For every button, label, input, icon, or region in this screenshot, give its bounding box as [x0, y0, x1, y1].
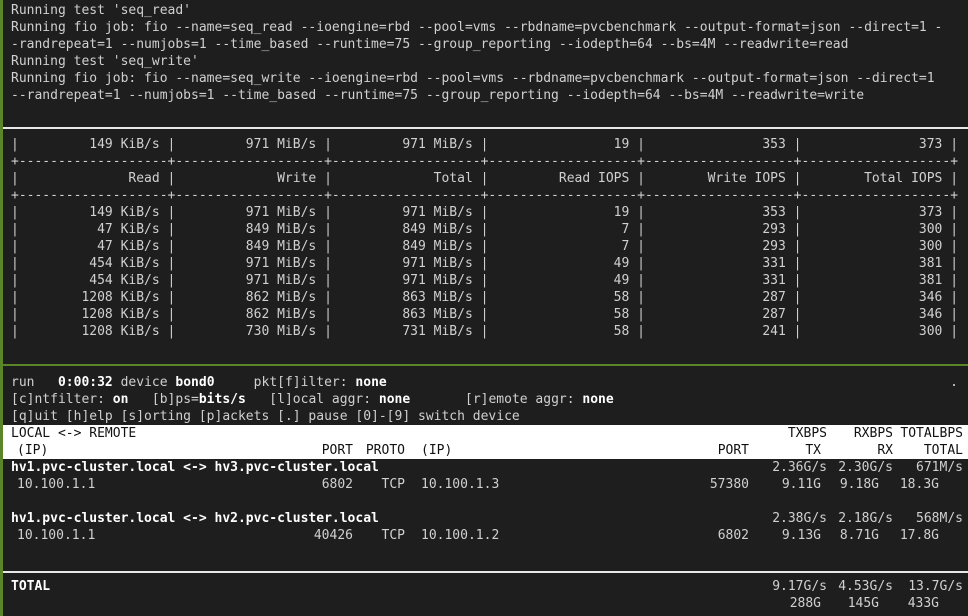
header-row-2: (IP) PORT PROTO (IP) PORT TX RX TOTAL [3, 442, 968, 459]
log-line: --randrepeat=1 --numjobs=1 --time_based … [11, 87, 968, 104]
connection-hosts: hv1.pvc-cluster.local <-> hv3.pvc-cluste… [11, 459, 379, 476]
connection-entry: hv1.pvc-cluster.local <-> hv3.pvc-cluste… [3, 459, 968, 493]
header-remote-port: PORT [603, 442, 749, 459]
header-local-remote: LOCAL <-> REMOTE [11, 425, 136, 442]
local-port: 40426 [203, 527, 353, 544]
device-label: device [113, 375, 176, 390]
heartbeat-indicator: . [950, 374, 958, 391]
connection-txbps: 2.36G/s [741, 459, 827, 476]
run-label: run [11, 375, 58, 390]
tx-total: 9.11G [747, 476, 821, 493]
connection-hosts-row: hv1.pvc-cluster.local <-> hv2.pvc-cluste… [3, 510, 968, 527]
header-txbps: TXBPS [741, 425, 827, 442]
tx-total: 9.13G [747, 527, 821, 544]
remote-ip: 10.100.1.2 [421, 527, 499, 544]
header-local-ip: (IP) [17, 442, 48, 459]
jnettop-pane: run 0:00:32 device bond0 pkt[f]ilter: no… [3, 366, 968, 616]
header-totalbps: TOTALBPS [881, 425, 963, 442]
jnettop-header-band: LOCAL <-> REMOTE TXBPS RXBPS TOTALBPS (I… [3, 425, 968, 459]
pkt-filter-label: pkt[f]ilter: [215, 375, 356, 390]
connection-totalbps: 568M/s [881, 510, 963, 527]
blank-line [3, 493, 968, 510]
cntfilter-value: on [113, 392, 129, 407]
header-proto: PROTO [333, 442, 405, 459]
connection-entry: hv1.pvc-cluster.local <-> hv2.pvc-cluste… [3, 510, 968, 544]
remote-aggr-label: [r]emote aggr: [410, 392, 582, 407]
jnettop-status-options: [c]ntfilter: on [b]ps=bits/s [l]ocal agg… [3, 391, 968, 408]
header-total: TOTAL [881, 442, 963, 459]
bps-value: bits/s [199, 392, 246, 407]
local-aggr-label: [l]ocal aggr: [246, 392, 379, 407]
header-remote-ip: (IP) [421, 442, 452, 459]
connection-txbps: 2.38G/s [741, 510, 827, 527]
totals-sum: 433G [869, 595, 939, 612]
totals-block: TOTAL 9.17G/s 4.53G/s 13.7G/s 288G 145G … [3, 578, 968, 612]
pane-divider-white [0, 127, 968, 129]
totals-totalbps: 13.7G/s [881, 578, 963, 595]
log-line: Running fio job: fio --name=seq_write --… [11, 70, 968, 87]
jnettop-keybindings: [q]uit [h]elp [s]orting [p]ackets [.] pa… [3, 408, 968, 425]
run-time: 0:00:32 [58, 375, 113, 390]
log-line: Running fio job: fio --name=seq_read --i… [11, 19, 968, 36]
terminal-screen[interactable]: Running test 'seq_read' Running fio job:… [0, 0, 968, 616]
remote-ip: 10.100.1.3 [421, 476, 499, 493]
connection-detail-row: 10.100.1.1 6802 TCP 10.100.1.3 57380 9.1… [3, 476, 968, 493]
cntfilter-label: [c]ntfilter: [11, 392, 113, 407]
log-line: -randrepeat=1 --numjobs=1 --time_based -… [11, 36, 968, 53]
totals-tx: 288G [747, 595, 821, 612]
totals-divider [0, 571, 968, 573]
header-local-port: PORT [203, 442, 353, 459]
local-ip: 10.100.1.1 [17, 527, 95, 544]
keybindings-text: [q]uit [h]elp [s]orting [p]ackets [.] pa… [11, 409, 520, 424]
connection-hosts: hv1.pvc-cluster.local <-> hv2.pvc-cluste… [11, 510, 379, 527]
connection-detail-row: 10.100.1.1 40426 TCP 10.100.1.2 6802 9.1… [3, 527, 968, 544]
protocol: TCP [333, 476, 405, 493]
local-ip: 10.100.1.1 [17, 476, 95, 493]
remote-port: 6802 [603, 527, 749, 544]
header-row-1: LOCAL <-> REMOTE TXBPS RXBPS TOTALBPS [3, 425, 968, 442]
local-aggr-value: none [379, 392, 410, 407]
sum-total: 17.8G [869, 527, 939, 544]
fio-log-pane: Running test 'seq_read' Running fio job:… [3, 2, 968, 104]
totals-label: TOTAL [11, 578, 50, 595]
totals-row-1: TOTAL 9.17G/s 4.53G/s 13.7G/s [3, 578, 968, 595]
totals-txbps: 9.17G/s [741, 578, 827, 595]
fio-results-table: | 149 KiB/s | 971 MiB/s | 971 MiB/s | 19… [11, 136, 968, 340]
device-name: bond0 [175, 375, 214, 390]
protocol: TCP [333, 527, 405, 544]
pkt-filter-value: none [355, 375, 386, 390]
jnettop-status-run: run 0:00:32 device bond0 pkt[f]ilter: no… [3, 374, 968, 391]
connection-hosts-row: hv1.pvc-cluster.local <-> hv3.pvc-cluste… [3, 459, 968, 476]
log-line: Running test 'seq_write' [11, 53, 968, 70]
remote-port: 57380 [603, 476, 749, 493]
remote-aggr-value: none [582, 392, 613, 407]
log-line: Running test 'seq_read' [11, 2, 968, 19]
totals-row-2: 288G 145G 433G [3, 595, 968, 612]
connection-totalbps: 671M/s [881, 459, 963, 476]
fio-results-pane: | 149 KiB/s | 971 MiB/s | 971 MiB/s | 19… [3, 131, 968, 340]
header-tx: TX [747, 442, 821, 459]
sum-total: 18.3G [869, 476, 939, 493]
local-port: 6802 [203, 476, 353, 493]
bps-label: [b]ps= [128, 392, 198, 407]
